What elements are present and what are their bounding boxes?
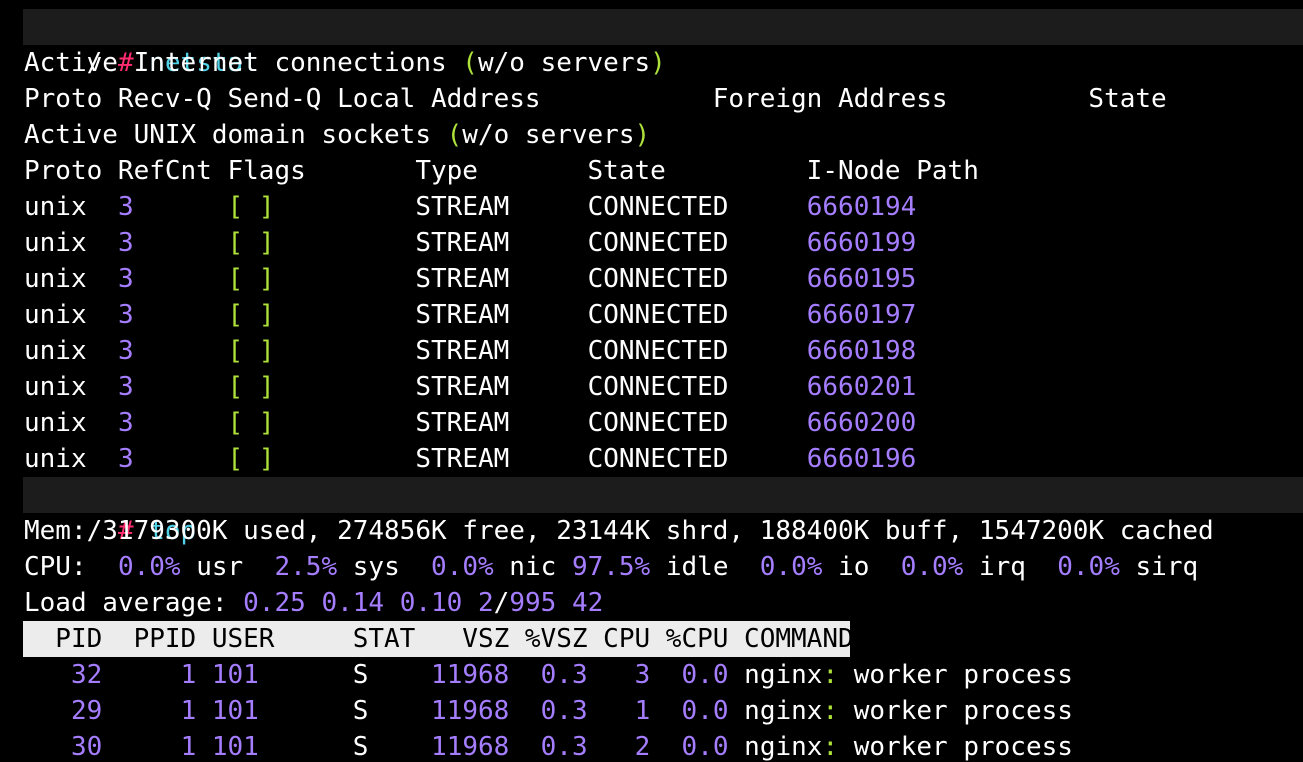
unix-socket-row: unix 3 [ ] STREAM CONNECTED 6660201 <box>24 372 917 402</box>
prompt-line-top: / # top <box>23 477 1303 546</box>
unix-socket-row: unix 3 [ ] STREAM CONNECTED 6660194 <box>24 192 917 222</box>
terminal-window[interactable]: / # netstat Active Internet connections … <box>0 0 1303 762</box>
unix-socket-row: unix 3 [ ] STREAM CONNECTED 6660199 <box>24 228 917 258</box>
unix-socket-row: unix 3 [ ] STREAM CONNECTED 6660196 <box>24 444 917 474</box>
top-cpu-line: CPU: 0.0% usr 2.5% sys 0.0% nic 97.5% id… <box>24 552 1199 582</box>
inet-title: Active Internet connections (w/o servers… <box>24 48 666 78</box>
unix-title: Active UNIX domain sockets (w/o servers) <box>24 120 651 150</box>
prompt-line-netstat: / # netstat <box>23 9 1303 78</box>
top-load-line: Load average: 0.25 0.14 0.10 2/995 42 <box>24 588 604 618</box>
top-process-header: PID PPID USER STAT VSZ %VSZ CPU %CPU COM… <box>23 621 854 657</box>
unix-socket-row: unix 3 [ ] STREAM CONNECTED 6660197 <box>24 300 917 330</box>
top-process-row: 32 1 101 S 11968 0.3 3 0.0 nginx: worker… <box>70 660 1073 690</box>
top-mem-line: Mem: 3179300K used, 274856K free, 23144K… <box>24 516 1214 546</box>
inet-header: Proto Recv-Q Send-Q Local Address Foreig… <box>24 84 1167 114</box>
unix-socket-row: unix 3 [ ] STREAM CONNECTED 6660195 <box>24 264 917 294</box>
unix-socket-row: unix 3 [ ] STREAM CONNECTED 6660200 <box>24 408 917 438</box>
top-process-row: 29 1 101 S 11968 0.3 1 0.0 nginx: worker… <box>70 696 1073 726</box>
unix-header: Proto RefCnt Flags Type State I-Node Pat… <box>24 156 979 186</box>
top-process-row: 30 1 101 S 11968 0.3 2 0.0 nginx: worker… <box>70 732 1073 762</box>
unix-socket-row: unix 3 [ ] STREAM CONNECTED 6660198 <box>24 336 917 366</box>
